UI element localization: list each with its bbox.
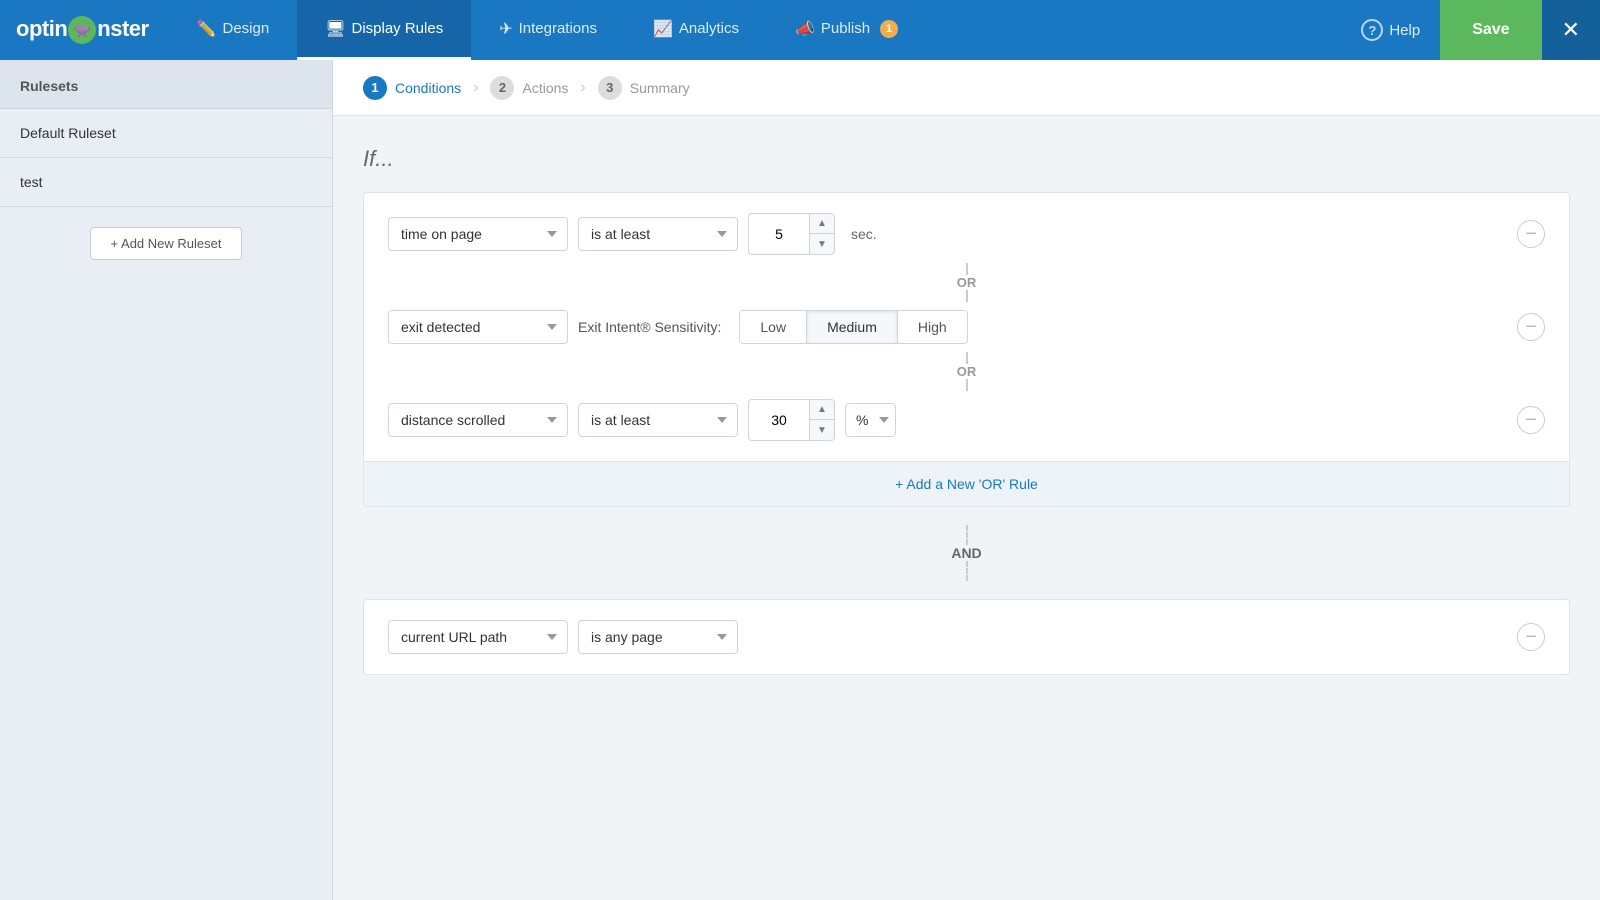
publish-icon: 📣: [795, 19, 815, 39]
close-button[interactable]: ✕: [1542, 0, 1600, 60]
unit-select-3[interactable]: % px: [845, 403, 896, 437]
integrations-icon: ✈: [499, 19, 512, 39]
sidebar-item-test[interactable]: test: [0, 158, 332, 207]
add-or-rule-button[interactable]: + Add a New 'OR' Rule: [364, 461, 1569, 506]
and-line-bottom: [966, 561, 968, 581]
and-connector: AND: [363, 507, 1570, 599]
and-line-top: [966, 525, 968, 545]
condition-select-2[interactable]: exit detected time on page distance scro…: [388, 310, 568, 344]
nav-label-integrations: Integrations: [519, 20, 597, 37]
value-input-wrap-1: ▲ ▼: [748, 213, 835, 255]
or-line-bottom-1: [966, 290, 968, 302]
or-line-bottom-2: [966, 379, 968, 391]
remove-rule-btn-1[interactable]: −: [1517, 220, 1545, 248]
and-label: AND: [951, 545, 981, 561]
step-3-label: Summary: [630, 80, 690, 96]
step-3-num: 3: [598, 76, 622, 100]
sidebar-item-default-ruleset[interactable]: Default Ruleset: [0, 109, 332, 158]
nav-item-design[interactable]: ✏️ Design: [169, 0, 298, 60]
step-arrow-2: ›: [580, 79, 585, 97]
or-line-top-1: [966, 263, 968, 275]
rule-group-2-body: current URL path time on page exit detec…: [364, 600, 1569, 674]
sensitivity-low-btn[interactable]: Low: [740, 311, 807, 343]
sidebar-item-label: Default Ruleset: [20, 125, 116, 141]
design-icon: ✏️: [197, 19, 217, 39]
add-ruleset-button[interactable]: + Add New Ruleset: [90, 227, 243, 260]
condition-select-3[interactable]: distance scrolled time on page exit dete…: [388, 403, 568, 437]
rule-row-1: time on page exit detected distance scro…: [388, 213, 1545, 255]
or-label-2: OR: [957, 364, 977, 379]
rule-row-3: distance scrolled time on page exit dete…: [388, 399, 1545, 441]
rule-group-1: time on page exit detected distance scro…: [363, 192, 1570, 507]
unit-label-1: sec.: [851, 226, 877, 242]
value-input-1[interactable]: [749, 218, 809, 250]
step-1-label: Conditions: [395, 80, 461, 96]
sensitivity-group: Low Medium High: [739, 310, 967, 344]
condition-select-1[interactable]: time on page exit detected distance scro…: [388, 217, 568, 251]
rule-group-2: current URL path time on page exit detec…: [363, 599, 1570, 675]
step-summary[interactable]: 3 Summary: [598, 76, 690, 100]
nav-item-publish[interactable]: 📣 Publish 1: [767, 0, 926, 60]
logo: optin👾nster: [16, 16, 149, 44]
decrement-btn-1[interactable]: ▼: [810, 234, 834, 254]
sensitivity-label: Exit Intent® Sensitivity:: [578, 319, 721, 335]
increment-btn-1[interactable]: ▲: [810, 214, 834, 234]
nav-item-display-rules[interactable]: 🖥 Display Rules: [297, 0, 471, 60]
step-actions[interactable]: 2 Actions: [490, 76, 568, 100]
help-label: Help: [1389, 22, 1420, 39]
save-button[interactable]: Save: [1440, 0, 1541, 60]
number-arrows-1: ▲ ▼: [809, 214, 834, 254]
sidebar-heading: Rulesets: [0, 60, 332, 109]
if-label: If...: [363, 146, 1570, 172]
help-question-icon: ?: [1361, 19, 1383, 41]
nav-label-design: Design: [222, 20, 269, 37]
increment-btn-3[interactable]: ▲: [810, 400, 834, 420]
step-conditions[interactable]: 1 Conditions: [363, 76, 461, 100]
number-arrows-3: ▲ ▼: [809, 400, 834, 440]
logo-text: optin👾nster: [16, 16, 149, 44]
rule-group-1-body: time on page exit detected distance scro…: [364, 193, 1569, 461]
header-right: ? Help Save ✕: [1341, 0, 1600, 60]
decrement-btn-3[interactable]: ▼: [810, 420, 834, 440]
value-input-3[interactable]: [749, 404, 809, 436]
operator-select-3[interactable]: is at least is less than: [578, 403, 738, 437]
sidebar: Rulesets Default Ruleset test + Add New …: [0, 60, 333, 900]
step-arrow-1: ›: [473, 79, 478, 97]
analytics-icon: 📈: [653, 19, 673, 39]
display-rules-icon: 🖥: [325, 19, 345, 39]
condition-select-url[interactable]: current URL path time on page exit detec…: [388, 620, 568, 654]
publish-badge: 1: [880, 20, 898, 38]
step-1-num: 1: [363, 76, 387, 100]
nav-item-integrations[interactable]: ✈ Integrations: [471, 0, 625, 60]
help-button[interactable]: ? Help: [1341, 0, 1440, 60]
rules-content: If... time on page exit detected distanc…: [333, 116, 1600, 705]
or-connector-1: OR: [388, 255, 1545, 310]
operator-select-url[interactable]: is any page contains is exactly: [578, 620, 738, 654]
or-label-1: OR: [957, 275, 977, 290]
remove-rule-btn-2[interactable]: −: [1517, 313, 1545, 341]
rule-row-2: exit detected time on page distance scro…: [388, 310, 1545, 344]
nav-label-analytics: Analytics: [679, 20, 739, 37]
step-2-label: Actions: [522, 80, 568, 96]
or-connector-2: OR: [388, 344, 1545, 399]
remove-rule-btn-3[interactable]: −: [1517, 406, 1545, 434]
main-nav: ✏️ Design 🖥 Display Rules ✈ Integrations…: [169, 0, 1342, 60]
header: optin👾nster ✏️ Design 🖥 Display Rules ✈ …: [0, 0, 1600, 60]
remove-rule-btn-url[interactable]: −: [1517, 623, 1545, 651]
nav-item-analytics[interactable]: 📈 Analytics: [625, 0, 767, 60]
steps-bar: 1 Conditions › 2 Actions › 3 Summary: [333, 60, 1600, 116]
sensitivity-medium-btn[interactable]: Medium: [807, 311, 898, 343]
operator-select-1[interactable]: is at least is less than: [578, 217, 738, 251]
value-input-wrap-3: ▲ ▼: [748, 399, 835, 441]
main-content: 1 Conditions › 2 Actions › 3 Summary If.…: [333, 60, 1600, 900]
sidebar-item-label: test: [20, 174, 43, 190]
step-2-num: 2: [490, 76, 514, 100]
or-line-top-2: [966, 352, 968, 364]
sensitivity-high-btn[interactable]: High: [898, 311, 967, 343]
nav-label-publish: Publish: [821, 20, 870, 37]
nav-label-display-rules: Display Rules: [352, 20, 444, 37]
rule-row-url: current URL path time on page exit detec…: [388, 620, 1545, 654]
